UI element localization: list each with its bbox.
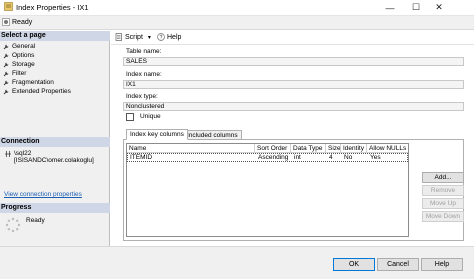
- remove-button[interactable]: Remove: [422, 185, 464, 196]
- dialog-footer: OK Cancel Help: [0, 246, 474, 279]
- ok-button[interactable]: OK: [333, 258, 375, 271]
- script-button[interactable]: Script ▾: [115, 33, 151, 41]
- index-type-label: Index type:: [126, 93, 158, 100]
- script-icon: [115, 33, 122, 41]
- unique-checkbox[interactable]: [126, 113, 134, 121]
- index-name-label: Index name:: [126, 71, 162, 78]
- help-footer-button[interactable]: Help: [421, 258, 463, 271]
- status-text: Ready: [12, 19, 33, 26]
- wrench-icon: [3, 89, 9, 94]
- page-item-label: General: [12, 43, 36, 50]
- index-type-field[interactable]: Nonclustered: [123, 102, 464, 111]
- cancel-button[interactable]: Cancel: [377, 258, 419, 271]
- index-columns-grid[interactable]: Name Sort Order Data Type Size Identity …: [126, 143, 409, 237]
- progress-text: Ready: [26, 217, 45, 224]
- table-name-field[interactable]: SALES: [123, 57, 464, 66]
- column-header-name[interactable]: Name: [127, 144, 255, 153]
- toolbar: Script ▾ Help: [111, 31, 474, 45]
- page-item-general[interactable]: General: [3, 42, 35, 51]
- cell-sort-order: Ascending: [258, 154, 289, 161]
- column-header-identity[interactable]: Identity: [341, 144, 367, 153]
- status-ready-icon: [2, 18, 10, 26]
- left-panel: Select a page General Options Storage Fi…: [0, 31, 110, 246]
- title-bar: Index Properties - IX1 — ☐ ✕: [0, 0, 474, 15]
- column-header-size[interactable]: Size: [326, 144, 341, 153]
- connection-header: Connection: [0, 137, 110, 147]
- page-item-options[interactable]: Options: [3, 51, 34, 60]
- column-header-data-type[interactable]: Data Type: [291, 144, 326, 153]
- help-icon: [157, 33, 165, 41]
- script-label: Script: [125, 33, 143, 41]
- window-title: Index Properties - IX1: [16, 3, 89, 12]
- add-button[interactable]: Add...: [422, 172, 464, 183]
- wrench-icon: [3, 53, 9, 58]
- page-item-filter[interactable]: Filter: [3, 69, 26, 78]
- column-header-allow-nulls[interactable]: Allow NULLs: [367, 144, 408, 153]
- select-page-header: Select a page: [0, 31, 110, 41]
- cell-size: 4: [329, 154, 333, 161]
- page-item-label: Fragmentation: [12, 79, 54, 86]
- help-button[interactable]: Help: [157, 33, 181, 41]
- page-item-label: Storage: [12, 61, 35, 68]
- cell-identity: No: [344, 154, 353, 161]
- wrench-icon: [3, 80, 9, 85]
- content-panel: Script ▾ Help Table name: SALES Index na…: [111, 31, 474, 246]
- page-item-label: Options: [12, 52, 35, 59]
- connection-server: \sql22: [14, 150, 32, 157]
- page-item-storage[interactable]: Storage: [3, 60, 35, 69]
- maximize-button[interactable]: ☐: [404, 0, 428, 15]
- cell-name: ITEMID: [130, 154, 153, 161]
- close-button[interactable]: ✕: [427, 0, 451, 15]
- table-row[interactable]: ITEMID Ascending int 4 No Yes: [127, 153, 408, 162]
- page-item-label: Extended Properties: [12, 88, 71, 95]
- page-item-label: Filter: [12, 70, 27, 77]
- wrench-icon: [3, 62, 9, 67]
- table-name-label: Table name:: [126, 48, 162, 55]
- server-connection-icon: [5, 151, 11, 157]
- minimize-button[interactable]: —: [378, 0, 402, 15]
- page-item-extended-properties[interactable]: Extended Properties: [3, 87, 71, 96]
- view-connection-properties-link[interactable]: View connection properties: [4, 191, 82, 198]
- move-up-button[interactable]: Move Up: [422, 198, 464, 209]
- move-down-button[interactable]: Move Down: [422, 211, 464, 222]
- connection-user: [ISISANDC\omer.colakoglu]: [14, 157, 94, 164]
- progress-spinner-icon: [5, 217, 21, 233]
- index-properties-icon: [4, 2, 13, 11]
- cell-data-type: int: [294, 154, 301, 161]
- wrench-icon: [3, 71, 9, 76]
- index-key-columns-panel: Name Sort Order Data Type Size Identity …: [123, 139, 464, 241]
- help-label: Help: [167, 33, 182, 41]
- tab-index-key-columns[interactable]: Index key columns: [126, 129, 188, 140]
- wrench-icon: [3, 44, 9, 49]
- page-item-fragmentation[interactable]: Fragmentation: [3, 78, 54, 87]
- index-name-field[interactable]: IX1: [123, 80, 464, 89]
- unique-label: Unique: [140, 113, 161, 120]
- progress-header: Progress: [0, 203, 110, 213]
- status-bar: Ready: [0, 15, 474, 30]
- cell-allow-nulls: Yes: [370, 154, 381, 161]
- column-header-sort-order[interactable]: Sort Order: [255, 144, 291, 153]
- chevron-down-icon[interactable]: ▾: [148, 34, 151, 41]
